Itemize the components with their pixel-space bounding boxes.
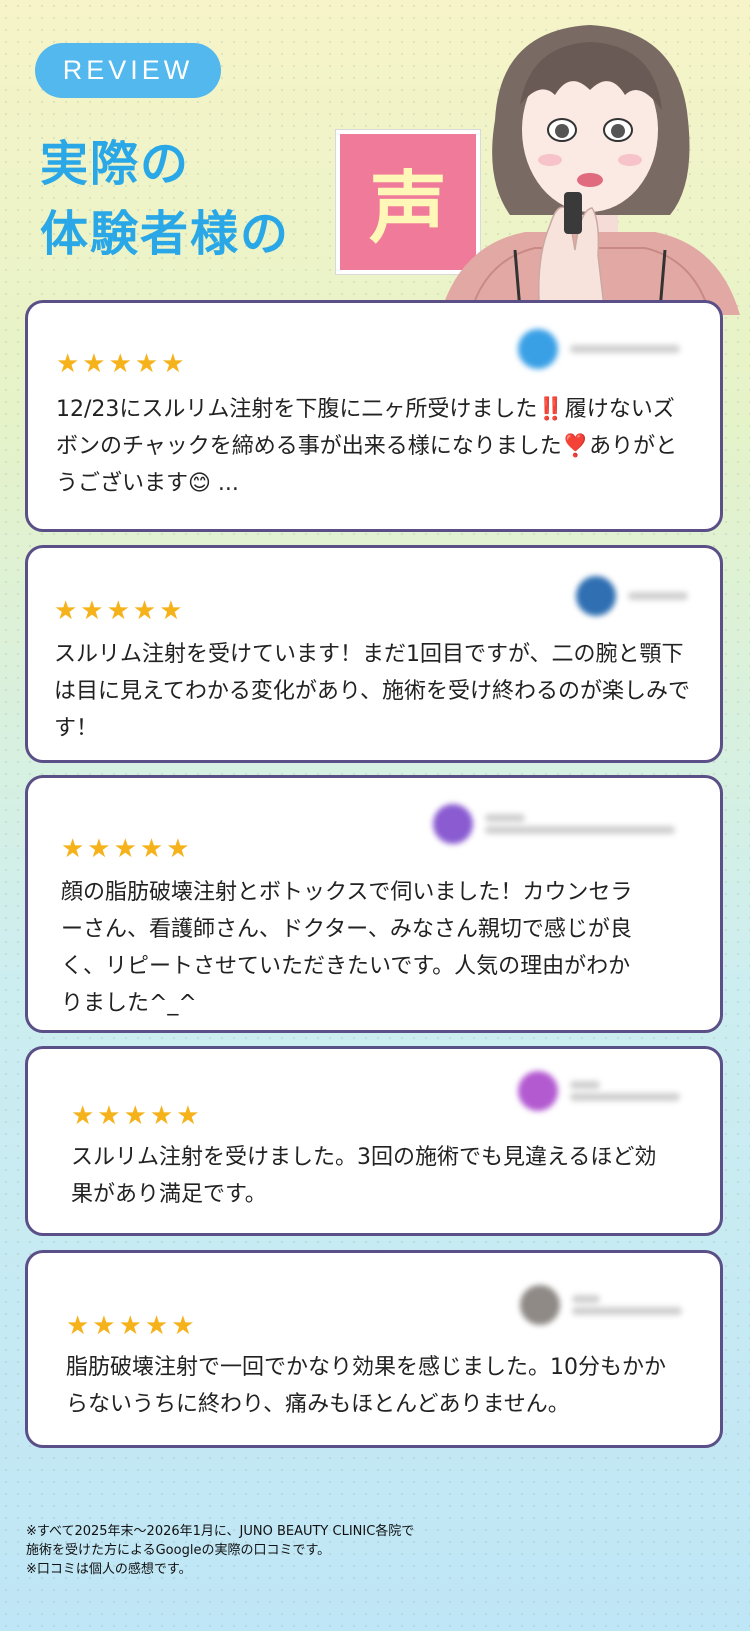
- star-rating: ★★★★★: [71, 1101, 203, 1131]
- illustration-woman: [440, 25, 740, 315]
- reviewer-info: [520, 1285, 682, 1325]
- star-rating: ★★★★★: [66, 1311, 198, 1341]
- reviewer-name-blurred: [628, 588, 688, 604]
- review-card-4: ★★★★★ スルリム注射を受けました。3回の施術でも見違えるほど効果があり満足で…: [25, 1046, 723, 1236]
- reviewer-name-blurred: [570, 341, 680, 357]
- review-text: 顔の脂肪破壊注射とボトックスで伺いました！カウンセラーさん、看護師さん、ドクター…: [61, 880, 633, 1016]
- page-title-line2: 体験者様の: [40, 206, 291, 262]
- reviewer-info: [576, 576, 688, 616]
- footnote: ※すべて2025年末〜2026年1月に、JUNO BEAUTY CLINIC各院…: [26, 1522, 414, 1579]
- star-rating: ★★★★★: [61, 834, 193, 864]
- review-text: 脂肪破壊注射で一回でかなり効果を感じました。10分もかからないうちに終わり、痛み…: [66, 1355, 666, 1417]
- reviewer-name-blurred: [572, 1291, 682, 1319]
- reviewer-info: [518, 1071, 680, 1111]
- avatar: [433, 804, 473, 844]
- review-text: スルリム注射を受けています！まだ1回目ですが、二の腕と顎下は目に見えてわかる変化…: [54, 642, 691, 741]
- reviewer-info: [518, 329, 680, 369]
- review-card-1: ★★★★★ 12/23にスルリム注射を下腹に二ヶ所受けました‼️履けないズボンの…: [25, 300, 723, 532]
- star-rating: ★★★★★: [54, 596, 186, 626]
- review-text: スルリム注射を受けました。3回の施術でも見違えるほど効果があり満足です。: [71, 1145, 657, 1207]
- review-card-2: ★★★★★ スルリム注射を受けています！まだ1回目ですが、二の腕と顎下は目に見え…: [25, 545, 723, 763]
- avatar: [518, 329, 558, 369]
- avatar: [576, 576, 616, 616]
- footnote-line: 施術を受けた方によるGoogleの実際の口コミです。: [26, 1543, 331, 1558]
- footnote-line: ※すべて2025年末〜2026年1月に、JUNO BEAUTY CLINIC各院…: [26, 1524, 415, 1539]
- page-title-line1: 実際の: [40, 136, 191, 192]
- reviewer-name-blurred: [570, 1077, 680, 1105]
- star-rating: ★★★★★: [56, 349, 188, 379]
- review-card-3: ★★★★★ 顔の脂肪破壊注射とボトックスで伺いました！カウンセラーさん、看護師さ…: [25, 775, 723, 1033]
- footnote-line: ※口コミは個人の感想です。: [26, 1562, 192, 1577]
- review-badge: REVIEW: [35, 43, 221, 98]
- avatar: [520, 1285, 560, 1325]
- avatar: [518, 1071, 558, 1111]
- review-card-5: ★★★★★ 脂肪破壊注射で一回でかなり効果を感じました。10分もかからないうちに…: [25, 1250, 723, 1448]
- reviewer-info: [433, 804, 675, 844]
- reviewer-name-blurred: [485, 810, 675, 838]
- review-text: 12/23にスルリム注射を下腹に二ヶ所受けました‼️履けないズボンのチャックを締…: [56, 397, 678, 496]
